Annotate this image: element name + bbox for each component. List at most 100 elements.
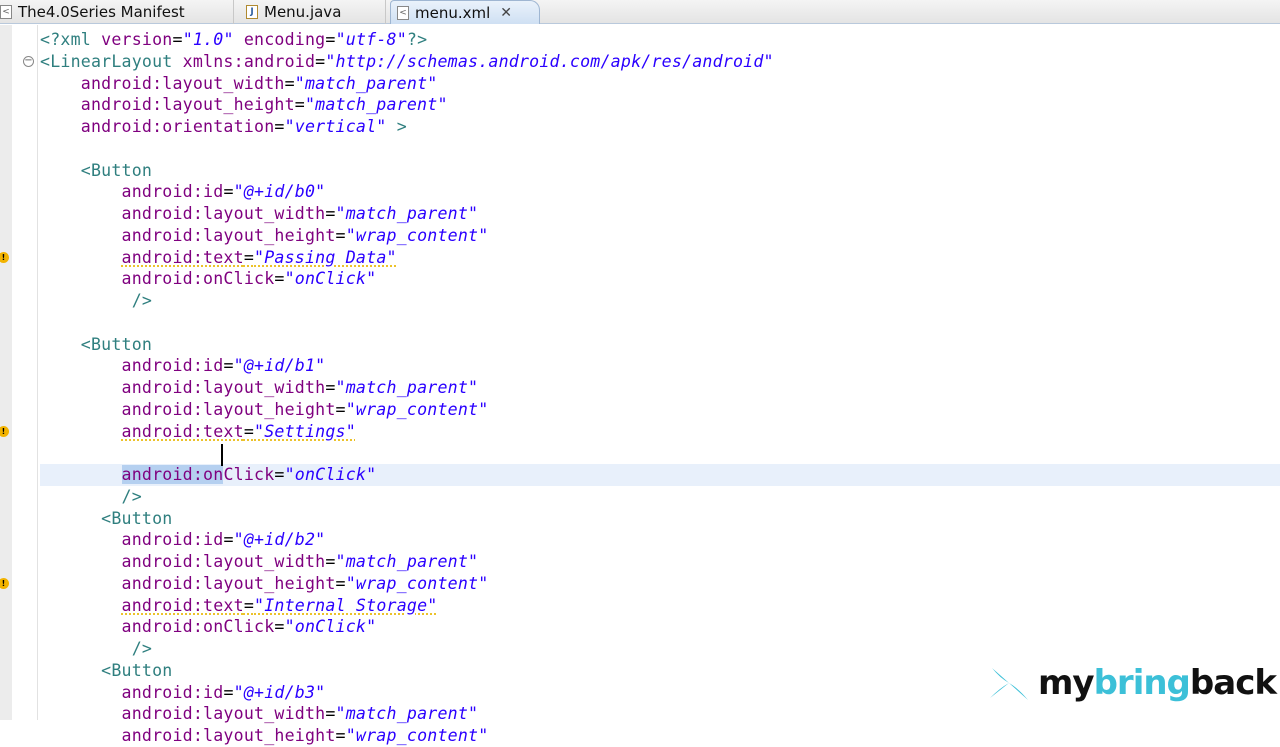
code-token-val: "Passing Data" xyxy=(254,247,397,267)
code-token-eq: = xyxy=(325,704,336,724)
annotation-gutter xyxy=(0,25,12,720)
code-token-eq: = xyxy=(243,247,255,267)
code-token-eq: = xyxy=(172,30,183,49)
code-line[interactable]: android:layout_height="wrap_content" xyxy=(40,725,1280,747)
code-token-eq: = xyxy=(223,356,234,376)
code-token-attr: android:layout_width xyxy=(121,704,326,724)
code-token-val: "match_parent" xyxy=(335,552,479,571)
code-token-tag: ?> xyxy=(406,30,428,49)
code-token-sel: android:on xyxy=(121,465,224,484)
code-token-attr: xmlns:android xyxy=(182,51,316,71)
warning-icon[interactable]: ! xyxy=(0,425,9,437)
code-line[interactable]: android:onClick="onClick" xyxy=(40,616,1280,638)
code-token-eq: = xyxy=(325,30,336,49)
code-token-attr: android:layout_width xyxy=(121,204,326,223)
code-token-eq: = xyxy=(243,421,255,441)
code-line[interactable]: android:layout_width="match_parent" xyxy=(40,551,1280,573)
code-token-eq: = xyxy=(315,51,326,71)
code-line[interactable]: android:layout_height="wrap_content" xyxy=(40,573,1280,595)
code-line[interactable]: android:id="@+id/b2" xyxy=(40,529,1280,551)
code-line[interactable] xyxy=(40,138,1280,160)
code-line[interactable]: android:layout_height="wrap_content" xyxy=(40,399,1280,421)
code-line[interactable] xyxy=(40,442,1280,464)
code-token-tag: /> xyxy=(131,291,153,310)
code-line[interactable]: android:onClick="onClick" xyxy=(40,268,1280,290)
code-line[interactable]: /> xyxy=(40,486,1280,508)
code-line[interactable]: android:layout_width="match_parent" xyxy=(40,203,1280,225)
code-token-attr: android:onClick xyxy=(121,269,275,289)
code-token-eq: = xyxy=(274,617,285,637)
code-line[interactable]: android:id="@+id/b0" xyxy=(40,181,1280,203)
code-line[interactable]: android:layout_width="match_parent" xyxy=(40,73,1280,95)
fold-collapse-icon[interactable]: − xyxy=(23,56,34,67)
code-line[interactable]: <?xml version="1.0" encoding="utf-8"?> xyxy=(40,29,1280,51)
code-line[interactable]: android:orientation="vertical" > xyxy=(40,116,1280,138)
code-token-val: "utf-8" xyxy=(335,30,407,49)
close-tab-icon[interactable]: ✕ xyxy=(500,5,512,21)
code-line[interactable]: android:text="Passing Data" xyxy=(40,247,1280,269)
code-line[interactable]: <Button xyxy=(40,160,1280,182)
code-token-attr: android:layout_height xyxy=(121,225,336,245)
code-token-eq: = xyxy=(223,182,234,202)
code-token-val: "match_parent" xyxy=(335,204,479,223)
code-line[interactable]: android:id="@+id/b1" xyxy=(40,355,1280,377)
code-editor[interactable]: <?xml version="1.0" encoding="utf-8"?> <L… xyxy=(40,29,1280,747)
xml-file-icon: < xyxy=(0,5,12,19)
code-line[interactable]: android:layout_width="match_parent" xyxy=(40,377,1280,399)
editor-tab-bar: < The4.0Series Manifest J Menu.java < menu.… xyxy=(0,0,1280,24)
code-line[interactable]: android:layout_height="match_parent" xyxy=(40,94,1280,116)
code-token-val: "onClick" xyxy=(284,617,377,637)
code-token-attr: android:orientation xyxy=(80,117,275,136)
code-token-val: "http://schemas.android.com/apk/res/andr… xyxy=(325,51,774,71)
code-line[interactable]: <LinearLayout xmlns:android="http://sche… xyxy=(40,51,1280,73)
code-line[interactable]: android:onClick="onClick" xyxy=(40,464,1280,486)
code-token-eq: = xyxy=(274,269,285,289)
code-line[interactable]: <Button xyxy=(40,334,1280,356)
code-token-val: "wrap_content" xyxy=(345,726,489,745)
code-token-eq: = xyxy=(223,530,234,550)
tab-manifest[interactable]: < The4.0Series Manifest xyxy=(0,0,234,24)
code-line[interactable]: android:layout_width="match_parent" xyxy=(40,703,1280,725)
java-file-icon: J xyxy=(246,5,258,19)
code-token-val: "onClick" xyxy=(284,269,377,289)
code-token-val: "vertical" xyxy=(284,117,387,136)
code-line[interactable]: <Button xyxy=(40,508,1280,530)
code-line[interactable]: android:layout_height="wrap_content" xyxy=(40,225,1280,247)
warning-icon[interactable]: ! xyxy=(0,251,9,263)
code-line[interactable]: android:text="Internal Storage" xyxy=(40,595,1280,617)
code-token-eq: = xyxy=(325,552,336,571)
code-line[interactable]: /> xyxy=(40,638,1280,660)
code-token-tag: <Button xyxy=(80,334,153,354)
code-token-val: "wrap_content" xyxy=(345,225,489,245)
warning-icon[interactable]: ! xyxy=(0,577,9,589)
code-token-val: "1.0" xyxy=(182,30,234,49)
code-token-attr: android:text xyxy=(121,247,244,267)
code-token-val: "@+id/b2" xyxy=(233,530,326,550)
tab-menu-xml[interactable]: < menu.xml ✕ xyxy=(390,0,540,24)
code-token-attr: Click xyxy=(223,465,275,484)
code-token-eq: = xyxy=(274,465,285,484)
code-line[interactable]: /> xyxy=(40,290,1280,312)
code-token-attr: android:text xyxy=(121,421,244,441)
code-line[interactable]: android:text="Settings" xyxy=(40,421,1280,443)
code-line[interactable] xyxy=(40,312,1280,334)
code-token-eq: = xyxy=(325,204,336,223)
code-token-tag: /> xyxy=(131,639,153,658)
mybringback-logo: mybringback xyxy=(986,660,1277,706)
tab-menu-java[interactable]: J Menu.java xyxy=(240,0,386,24)
code-token-val: "wrap_content" xyxy=(345,399,489,419)
